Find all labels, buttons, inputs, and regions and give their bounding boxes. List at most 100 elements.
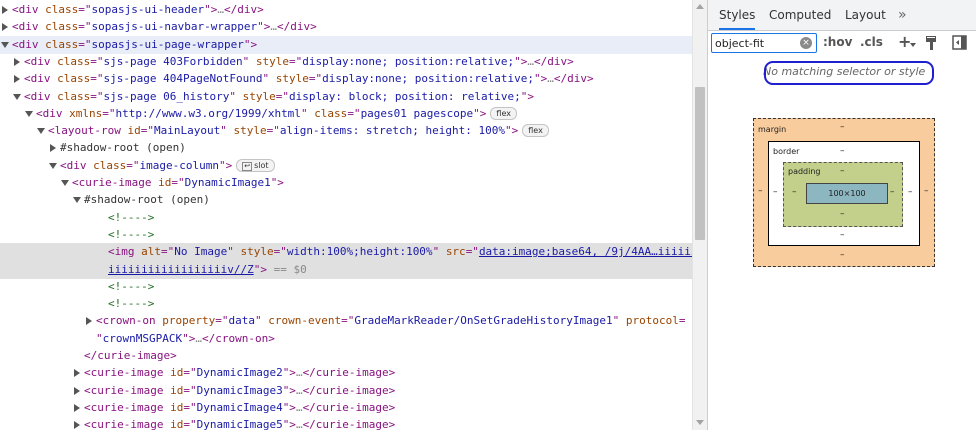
token: DynamicImage4	[196, 400, 283, 414]
expand-triangle-closed-icon[interactable]	[74, 403, 80, 412]
tab-computed[interactable]: Computed	[769, 0, 831, 30]
cls-button[interactable]: .cls	[860, 35, 883, 49]
flex-badge[interactable]: flex	[490, 106, 517, 120]
scroll-thumb[interactable]	[695, 87, 705, 240]
dom-node-line[interactable]: <div class="sjs-page 06_history" style="…	[0, 88, 692, 106]
border-bottom-value[interactable]: –	[840, 230, 845, 240]
dom-node-line[interactable]: "crownMSGPACK">…</crown-on>	[0, 330, 692, 348]
padding-left-value[interactable]: –	[792, 187, 797, 197]
dom-node-line[interactable]: <layout-row id="MainLayout" style="align…	[0, 122, 692, 140]
token: ">	[243, 37, 258, 51]
token: <layout-row	[48, 124, 128, 138]
margin-top-value[interactable]: –	[840, 122, 845, 132]
token: == $0	[266, 262, 307, 276]
dom-node-text: <div class="sjs-page 06_history" style="…	[24, 88, 534, 106]
token: </crown-on>	[201, 331, 275, 345]
dom-node-line[interactable]: #shadow-root (open)	[0, 191, 692, 209]
token: ="	[266, 124, 280, 138]
dom-node-line[interactable]: <!---->	[0, 278, 692, 296]
tab-layout[interactable]: Layout	[845, 0, 886, 30]
styles-toolbar: × :hov .cls +	[708, 31, 976, 57]
scroll-down-arrow-icon[interactable]	[696, 420, 704, 425]
token[interactable]: data:image;base64, /9j/4AA…iiiiii	[479, 245, 692, 258]
expand-triangle-open-icon[interactable]	[49, 162, 57, 169]
dom-node-line[interactable]: <div class="image-column"> ↩ slot	[0, 157, 692, 175]
expand-triangle-closed-icon[interactable]	[2, 23, 8, 32]
dom-node-line[interactable]: <div class="sjs-page 404PageNotFound" st…	[0, 70, 692, 88]
paint-bucket-icon[interactable]	[924, 35, 938, 51]
dom-node-line[interactable]: <curie-image id="DynamicImage4">…</curie…	[0, 399, 692, 417]
box-model-border: border – – – – padding – – – – 100×100	[768, 141, 920, 246]
flex-badge[interactable]: flex	[522, 124, 549, 138]
dom-node-line[interactable]: <!---->	[0, 226, 692, 244]
new-rule-dropdown-icon[interactable]	[910, 43, 916, 47]
padding-right-value[interactable]: –	[890, 187, 895, 197]
token: <curie-image	[84, 400, 171, 414]
token: ="	[78, 3, 92, 16]
dom-node-line[interactable]: <curie-image id="DynamicImage5">…</curie…	[0, 416, 692, 430]
expand-triangle-closed-icon[interactable]	[50, 144, 56, 153]
expand-triangle-open-icon[interactable]	[13, 93, 21, 100]
slot-badge[interactable]: ↩ slot	[236, 158, 275, 172]
dom-node-line[interactable]: <!---->	[0, 209, 692, 227]
toggle-sidebar-icon[interactable]	[952, 35, 967, 50]
clear-filter-icon[interactable]: ×	[800, 37, 812, 49]
expand-triangle-closed-icon[interactable]	[14, 75, 20, 84]
margin-right-value[interactable]: –	[924, 186, 929, 196]
token: display:none; position:relative;	[322, 72, 534, 86]
border-left-value[interactable]: –	[773, 187, 778, 197]
dom-node-line[interactable]: <div xmlns="http://www.w3.org/1999/xhtml…	[0, 105, 692, 123]
dom-node-line[interactable]: iiiiiiiiiiiiiiiiiiv//Z"> == $0	[0, 260, 692, 279]
more-tabs-icon[interactable]: »	[898, 0, 907, 30]
border-right-value[interactable]: –	[908, 187, 913, 197]
tab-styles[interactable]: Styles	[719, 0, 756, 30]
token: …	[295, 383, 303, 397]
token: data	[228, 314, 255, 328]
expand-triangle-closed-icon[interactable]	[14, 57, 20, 66]
padding-bottom-value[interactable]: –	[840, 209, 845, 219]
dom-node-line[interactable]: <curie-image id="DynamicImage2">…</curie…	[0, 364, 692, 382]
dom-node-line[interactable]: <img alt="No Image" style="width:100%;he…	[0, 243, 692, 262]
expand-triangle-open-icon[interactable]	[25, 110, 33, 117]
expand-triangle-closed-icon[interactable]	[74, 421, 80, 430]
new-rule-button[interactable]: +	[898, 32, 911, 51]
token[interactable]: iiiiiiiiiiiiiiiiiiv//Z	[108, 263, 254, 276]
dom-node-line[interactable]: <crown-on property="data" crown-event="G…	[0, 312, 692, 330]
expand-triangle-closed-icon[interactable]	[74, 386, 80, 395]
token: </curie-image>	[302, 400, 396, 414]
expand-triangle-open-icon[interactable]	[61, 180, 69, 186]
filter-box[interactable]: ×	[711, 33, 817, 53]
token: class	[45, 3, 79, 16]
box-model-content[interactable]: 100×100	[806, 183, 888, 204]
margin-bottom-value[interactable]: –	[840, 250, 845, 260]
token: id	[170, 383, 184, 397]
elements-scrollbar[interactable]	[692, 0, 707, 430]
dom-node-line[interactable]: <div class="sopasjs-ui-navbar-wrapper">……	[0, 18, 692, 36]
expand-triangle-open-icon[interactable]	[1, 41, 9, 48]
token: id	[170, 418, 184, 430]
margin-left-value[interactable]: –	[758, 186, 763, 196]
dom-node-line[interactable]: <!---->	[0, 295, 692, 313]
expand-triangle-closed-icon[interactable]	[86, 317, 92, 326]
token: ="	[275, 89, 289, 103]
token: ="	[183, 366, 197, 380]
expand-triangle-closed-icon[interactable]	[74, 369, 80, 378]
dom-node-line[interactable]: <div class="sjs-page 403Forbidden" style…	[0, 53, 692, 71]
dom-node-line[interactable]: <div class="sopasjs-ui-header">…</div>	[0, 1, 692, 19]
expand-triangle-open-icon[interactable]	[37, 128, 45, 135]
scroll-up-arrow-icon[interactable]	[696, 4, 704, 9]
dom-node-line[interactable]: <curie-image id="DynamicImage1">	[0, 174, 692, 192]
padding-top-value[interactable]: –	[840, 166, 845, 176]
expand-triangle-open-icon[interactable]	[73, 197, 81, 204]
dom-node-line[interactable]: </curie-image>	[0, 347, 692, 365]
filter-input[interactable]	[715, 35, 793, 51]
border-top-value[interactable]: –	[840, 146, 845, 156]
dom-node-line[interactable]: #shadow-root (open)	[0, 139, 692, 157]
token: crown-event	[268, 314, 342, 328]
hov-button[interactable]: :hov	[823, 35, 852, 49]
expand-triangle-closed-icon[interactable]	[2, 6, 8, 14]
dom-node-text: <curie-image id="DynamicImage5">…</curie…	[84, 416, 395, 430]
token: sopasjs-ui-navbar-wrapper	[91, 20, 258, 34]
dom-node-line[interactable]: <curie-image id="DynamicImage3">…</curie…	[0, 382, 692, 400]
dom-node-line[interactable]: <div class="sopasjs-ui-page-wrapper">	[0, 35, 692, 54]
